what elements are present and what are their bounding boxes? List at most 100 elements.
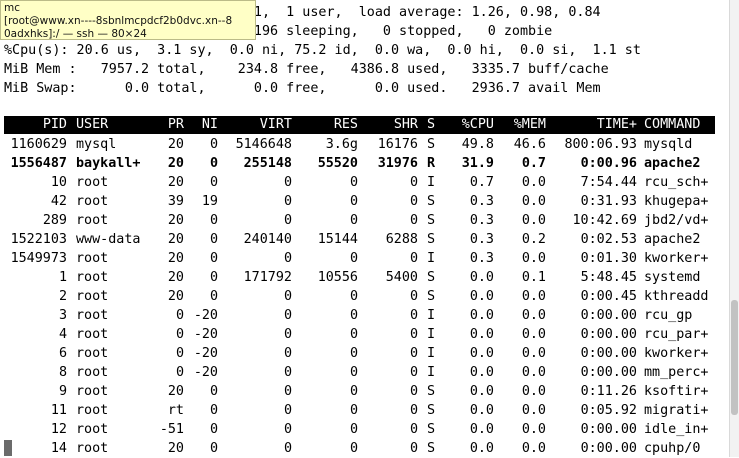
process-cell-shr: 0 (409, 403, 418, 418)
process-cell-mem: 0.0 (521, 365, 546, 380)
process-cell-virt: 0 (283, 251, 292, 266)
scrollbar-thumb[interactable] (731, 300, 738, 415)
process-cell-res: 0 (349, 365, 358, 380)
process-row: 1549973 root 20 0 0 0 0 I 0.3 0.0 0:01.30 kworker+ (4, 249, 715, 268)
process-cell-s: S (427, 232, 436, 247)
process-row: 4 root 0 -20 0 0 0 I 0.0 0.0 0:00.00 rcu_par+ (4, 325, 715, 344)
process-cell-pr: 20 (167, 384, 184, 399)
process-cell-cpu: 0.0 (469, 327, 494, 342)
process-cell-time: 10:42.69 (572, 213, 638, 228)
window-title-tooltip: mc [root@www.xn----8sbnlmcpdcf2b0dvc.xn-… (0, 0, 256, 40)
process-cell-shr: 0 (409, 384, 418, 399)
process-cell-mem: 0.0 (521, 441, 546, 456)
column-header-mem: %MEM (513, 117, 546, 132)
process-cell-shr: 5400 (385, 270, 418, 285)
process-cell-pr: 20 (167, 156, 184, 171)
process-row: 1160629 mysql 20 0 5146648 3.6g 16176 S 49.8 46.6… (4, 135, 715, 154)
process-cell-cpu: 0.0 (469, 441, 494, 456)
process-cell-pr: 20 (167, 137, 184, 152)
process-cell-mem: 0.0 (521, 213, 546, 228)
process-cell-command: systemd (644, 270, 701, 285)
process-cell-res: 0 (349, 308, 358, 323)
process-cell-res: 55520 (317, 156, 358, 171)
process-cell-user: mysql (76, 137, 117, 152)
process-cell-res: 0 (349, 422, 358, 437)
process-cell-virt: 0 (283, 213, 292, 228)
process-cell-pr: 0 (175, 365, 184, 380)
process-cell-shr: 0 (409, 194, 418, 209)
process-cell-command: ksoftir+ (644, 384, 709, 399)
process-row: 42 root 39 19 0 0 0 S 0.3 0.0 0:31.93 khugepa+ (4, 192, 715, 211)
process-cell-ni: 0 (209, 384, 218, 399)
process-cell-pr: 20 (167, 232, 184, 247)
process-cell-ni: 0 (209, 441, 218, 456)
process-cell-command: khugepa+ (644, 194, 709, 209)
process-cell-pid: 1160629 (10, 137, 67, 152)
process-row: 1522103 www-data 20 0 240140 15144 6288 S 0.3 0.2… (4, 230, 715, 249)
process-cell-pr: 39 (167, 194, 184, 209)
process-cell-shr: 0 (409, 365, 418, 380)
process-cell-cpu: 0.7 (469, 175, 494, 190)
process-cell-s: I (427, 346, 436, 361)
process-cell-cpu: 0.0 (469, 308, 494, 323)
cpu-line: %Cpu(s): 20.6 us, 3.1 sy, 0.0 ni, 75.2 i… (4, 43, 641, 58)
process-cell-time: 0:11.26 (580, 384, 637, 399)
process-cell-mem: 0.0 (521, 422, 546, 437)
process-cell-command: mm_perc+ (644, 365, 709, 380)
process-cell-cpu: 0.3 (469, 251, 494, 266)
mem-line: MiB Mem : 7957.2 total, 234.8 free, 4386… (4, 62, 609, 77)
process-cell-cpu: 0.3 (469, 232, 494, 247)
process-cell-pid: 12 (50, 422, 67, 437)
process-cell-res: 0 (349, 327, 358, 342)
process-cell-virt: 0 (283, 308, 292, 323)
process-cell-res: 0 (349, 384, 358, 399)
process-cell-s: S (427, 384, 436, 399)
process-cell-mem: 0.0 (521, 384, 546, 399)
process-cell-s: R (427, 156, 436, 171)
process-cell-command: idle_in+ (644, 422, 709, 437)
process-cell-command: rcu_gp (644, 308, 693, 323)
column-header-command: COMMAND (644, 117, 701, 132)
process-cell-res: 0 (349, 289, 358, 304)
process-row: 2 root 20 0 0 0 0 S 0.0 0.0 0:00.45 kthreadd (4, 287, 715, 306)
process-cell-res: 0 (349, 213, 358, 228)
process-cell-ni: 0 (209, 289, 218, 304)
process-cell-virt: 255148 (243, 156, 292, 171)
process-cell-pr: 20 (167, 175, 184, 190)
process-row: 1556487 baykall+ 20 0 255148 55520 31976 R 31.9 0… (4, 154, 715, 173)
process-cell-virt: 0 (283, 289, 292, 304)
process-cell-mem: 46.6 (513, 137, 546, 152)
process-table-header: PID USER PR NI VIRT RES SHR S %CPU %MEM TIME+ COMMA… (4, 116, 715, 134)
process-cell-cpu: 0.0 (469, 270, 494, 285)
process-cell-pr: 20 (167, 441, 184, 456)
process-cell-user: root (76, 441, 109, 456)
process-cell-cpu: 0.0 (469, 346, 494, 361)
process-cell-s: S (427, 403, 436, 418)
process-cell-mem: 0.0 (521, 194, 546, 209)
process-cell-command: apache2 (644, 232, 701, 247)
scrollbar[interactable] (729, 0, 739, 457)
process-cell-pid: 9 (58, 384, 67, 399)
process-cell-cpu: 0.0 (469, 403, 494, 418)
process-cell-s: I (427, 251, 436, 266)
process-cell-virt: 171792 (243, 270, 292, 285)
tooltip-app-name: mc (4, 2, 21, 14)
process-cell-time: 5:48.45 (580, 270, 637, 285)
process-cell-res: 0 (349, 175, 358, 190)
process-cell-virt: 5146648 (235, 137, 292, 152)
process-cell-mem: 0.0 (521, 308, 546, 323)
process-cell-pid: 2 (58, 289, 67, 304)
process-cell-user: www-data (76, 232, 141, 247)
terminal-screen[interactable]: top - 13:23:04 up 14 days, 19:21, 1 user… (4, 0, 739, 457)
process-cell-time: 0:00.00 (580, 346, 637, 361)
process-cell-shr: 31976 (377, 156, 418, 171)
process-cell-command: apache2 (644, 156, 701, 171)
process-row: 6 root 0 -20 0 0 0 I 0.0 0.0 0:00.00 kworker+ (4, 344, 715, 363)
process-cell-virt: 0 (283, 175, 292, 190)
process-cell-user: root (76, 403, 109, 418)
process-cell-s: S (427, 441, 436, 456)
process-cell-pid: 3 (58, 308, 67, 323)
process-cell-pid: 1549973 (10, 251, 67, 266)
column-header-s: S (427, 117, 436, 132)
process-cell-virt: 0 (283, 403, 292, 418)
